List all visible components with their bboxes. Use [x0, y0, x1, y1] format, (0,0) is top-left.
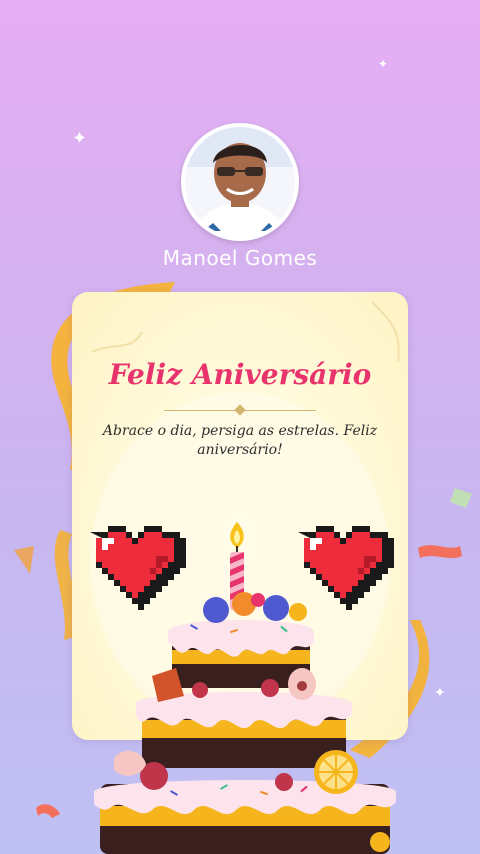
card-title: Feliz Aniversário: [108, 358, 372, 391]
card-message: Abrace o dia, persiga as estrelas. Feliz…: [102, 423, 378, 458]
birthday-cake-icon: [94, 592, 396, 854]
avatar-photo: [185, 127, 295, 237]
profile-name: Manoel Gomes: [162, 246, 318, 270]
avatar[interactable]: [181, 123, 299, 241]
